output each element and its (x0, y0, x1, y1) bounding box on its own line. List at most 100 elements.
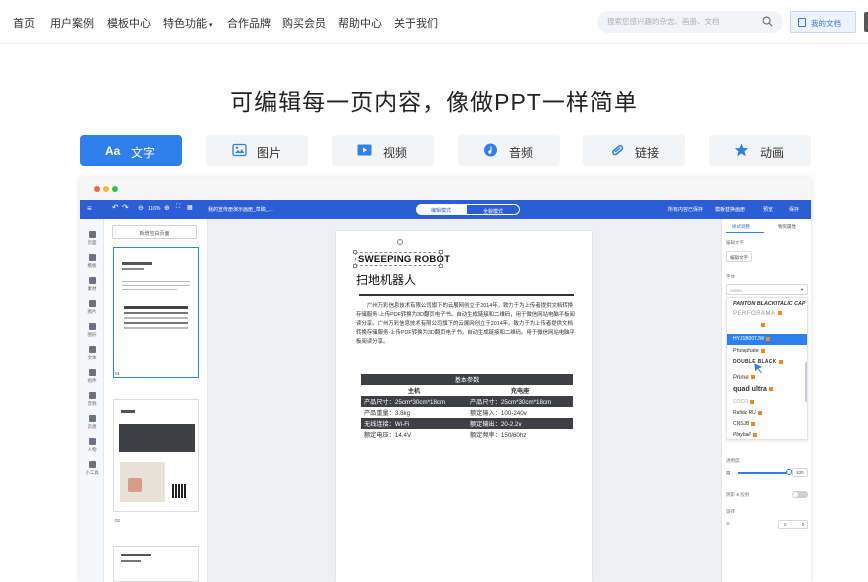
font-option[interactable]: PANTON BLACKITALIC CAP (733, 301, 805, 307)
shadow-toggle[interactable] (792, 491, 808, 498)
font-option[interactable] (733, 323, 765, 329)
nav-cases[interactable]: 用户案例 (50, 15, 94, 31)
tab-audio[interactable]: 音频 (458, 135, 560, 166)
save-button[interactable]: 保存 (789, 206, 799, 213)
edit-mode-toggle[interactable]: 编辑模式 (416, 204, 466, 215)
thumb-table-row (124, 312, 188, 314)
thumbnail-page-2[interactable] (113, 399, 199, 512)
tab-video[interactable]: 视频 (332, 135, 434, 166)
rail-materials[interactable]: 素材 (80, 277, 104, 292)
resize-handle[interactable] (353, 250, 357, 254)
rail-cloud[interactable]: 云盘 (80, 415, 104, 430)
preview-mode-toggle[interactable]: 全貌模式 (466, 204, 520, 215)
font-dropdown-list[interactable]: PANTON BLACKITALIC CAP PERFORAMA HYJ1B00… (726, 297, 808, 440)
thumb-text-line (122, 289, 177, 290)
font-option-label: Playball (733, 432, 751, 438)
template-icon (88, 254, 96, 261)
menu-icon[interactable]: ≡ (87, 204, 92, 213)
grid-icon[interactable]: ▦ (187, 204, 193, 211)
resize-handle[interactable] (353, 264, 357, 268)
font-select[interactable]: Arimo ▾ (726, 284, 808, 295)
search-box[interactable]: 搜索您感兴趣的杂志、画册、文档 (597, 11, 783, 33)
font-option[interactable]: Playball (733, 432, 757, 438)
fullscreen-icon[interactable]: ⛶ (176, 204, 180, 211)
resize-handle[interactable] (439, 250, 443, 254)
rail-people[interactable]: 人物 (80, 438, 104, 453)
thumbnail-page-1[interactable] (113, 247, 199, 378)
spec-table[interactable]: 基本参数 主机 充电座 产品尺寸：25cm*30cm*18cm 产品尺寸：25cm*… (361, 374, 573, 440)
my-docs-button[interactable]: 我的文档 (790, 11, 856, 33)
font-option[interactable]: COCO (733, 399, 754, 405)
font-option-selected[interactable]: HYJ1B00TJW (727, 334, 807, 345)
doc-name[interactable]: 我的宣传册演示画册_草稿_... (208, 206, 273, 213)
edit-text-button[interactable]: 编辑文字 (726, 251, 752, 262)
minimize-dot[interactable] (103, 186, 109, 192)
nav-about[interactable]: 关于我们 (394, 15, 438, 31)
nav-templates[interactable]: 模板中心 (107, 15, 151, 31)
toggle-knob (793, 492, 798, 497)
zoom-out-icon[interactable]: ⊖ (138, 204, 144, 212)
font-option[interactable]: PERFORAMA (733, 311, 782, 317)
body-paragraph[interactable]: 广州万彩信息技术有限公司旗下的云展网创立于2014年，致力于为上传者提供文档转换… (356, 302, 576, 347)
rail-pages[interactable]: 页面 (80, 231, 104, 246)
vip-badge-icon (777, 311, 782, 316)
zoom-in-icon[interactable]: ⊕ (164, 204, 170, 212)
tab-text[interactable]: Aa 文字 (80, 135, 182, 166)
opacity-slider[interactable] (738, 472, 788, 474)
rail-text[interactable]: 文本 (80, 346, 104, 361)
opacity-input[interactable]: 100 (792, 468, 808, 477)
cursor-arrow-icon (753, 362, 764, 374)
undo-icon[interactable]: ↶ (112, 203, 119, 212)
cn-title[interactable]: 扫地机器人 (356, 271, 416, 288)
rail-label: 音频 (87, 401, 97, 406)
table-cell: 额定输入：100-240v (470, 410, 527, 417)
tab-properties[interactable]: 物资属性 (778, 224, 796, 230)
nav-brands[interactable]: 合作品牌 (227, 15, 271, 31)
caret-down-icon: ▾ (209, 22, 213, 29)
font-option[interactable]: Prime (733, 375, 755, 381)
font-option[interactable]: CNSJB (733, 421, 756, 427)
font-option[interactable]: Phosphate (733, 348, 765, 354)
nav-help[interactable]: 帮助中心 (338, 15, 382, 31)
nav-home[interactable]: 首页 (13, 15, 35, 31)
rail-shapes[interactable]: 图形 (80, 323, 104, 338)
rail-tools[interactable]: 小工具 (80, 461, 104, 476)
selection-box[interactable]: SWEEPING ROBOT (355, 252, 450, 266)
nav-features[interactable]: 特色功能 ▾ (163, 15, 213, 31)
tab-animation[interactable]: 动画 (709, 135, 811, 166)
user-avatar-edge[interactable] (864, 12, 868, 32)
tab-text-label: 文字 (131, 146, 156, 160)
font-option[interactable]: quad ultra (733, 386, 773, 393)
document-page[interactable]: SWEEPING ROBOT 扫地机器人 广州万彩信息技术有限公司旗下的云展网创… (336, 231, 592, 582)
zoom-level: 116% (148, 206, 161, 212)
top-nav: 首页 用户案例 模板中心 特色功能 ▾ 合作品牌 购买会员 帮助中心 关于我们 搜… (0, 0, 868, 44)
rail-audio[interactable]: 音频 (80, 392, 104, 407)
tab-style[interactable]: 样式调整 (732, 224, 750, 230)
search-icon[interactable] (762, 16, 773, 27)
rail-images[interactable]: 图片 (80, 300, 104, 315)
redo-icon[interactable]: ↷ (122, 203, 129, 212)
maximize-dot[interactable] (112, 186, 118, 192)
rail-templates[interactable]: 模板 (80, 254, 104, 269)
tab-link[interactable]: 链接 (583, 135, 685, 166)
tab-image-label: 图片 (257, 146, 282, 160)
link-icon (612, 145, 624, 156)
dropdown-scrollbar[interactable] (805, 362, 807, 402)
tab-image[interactable]: 图片 (206, 135, 308, 166)
close-dot[interactable] (94, 186, 100, 192)
rotate-input[interactable]: 0 ⇕ (778, 520, 808, 529)
en-title[interactable]: SWEEPING ROBOT (358, 254, 450, 265)
nav-membership[interactable]: 购买会员 (282, 15, 326, 31)
thumbnail-page-3[interactable] (113, 546, 199, 582)
rotate-handle[interactable] (397, 239, 403, 245)
rail-components[interactable]: 组件 (80, 369, 104, 384)
template-replace-button[interactable]: 模板替换画册 (715, 206, 745, 213)
rail-label: 云盘 (87, 424, 97, 429)
rotate-icon: ⊙ (726, 521, 730, 526)
add-page-button[interactable]: 新增空白页面 (112, 225, 197, 239)
resize-handle[interactable] (439, 264, 443, 268)
preview-button[interactable]: 预览 (763, 206, 773, 213)
rail-label: 人物 (87, 447, 97, 452)
font-option[interactable]: Rafidz RU (733, 410, 762, 416)
stepper-arrows-icon[interactable]: ⇕ (801, 522, 805, 528)
